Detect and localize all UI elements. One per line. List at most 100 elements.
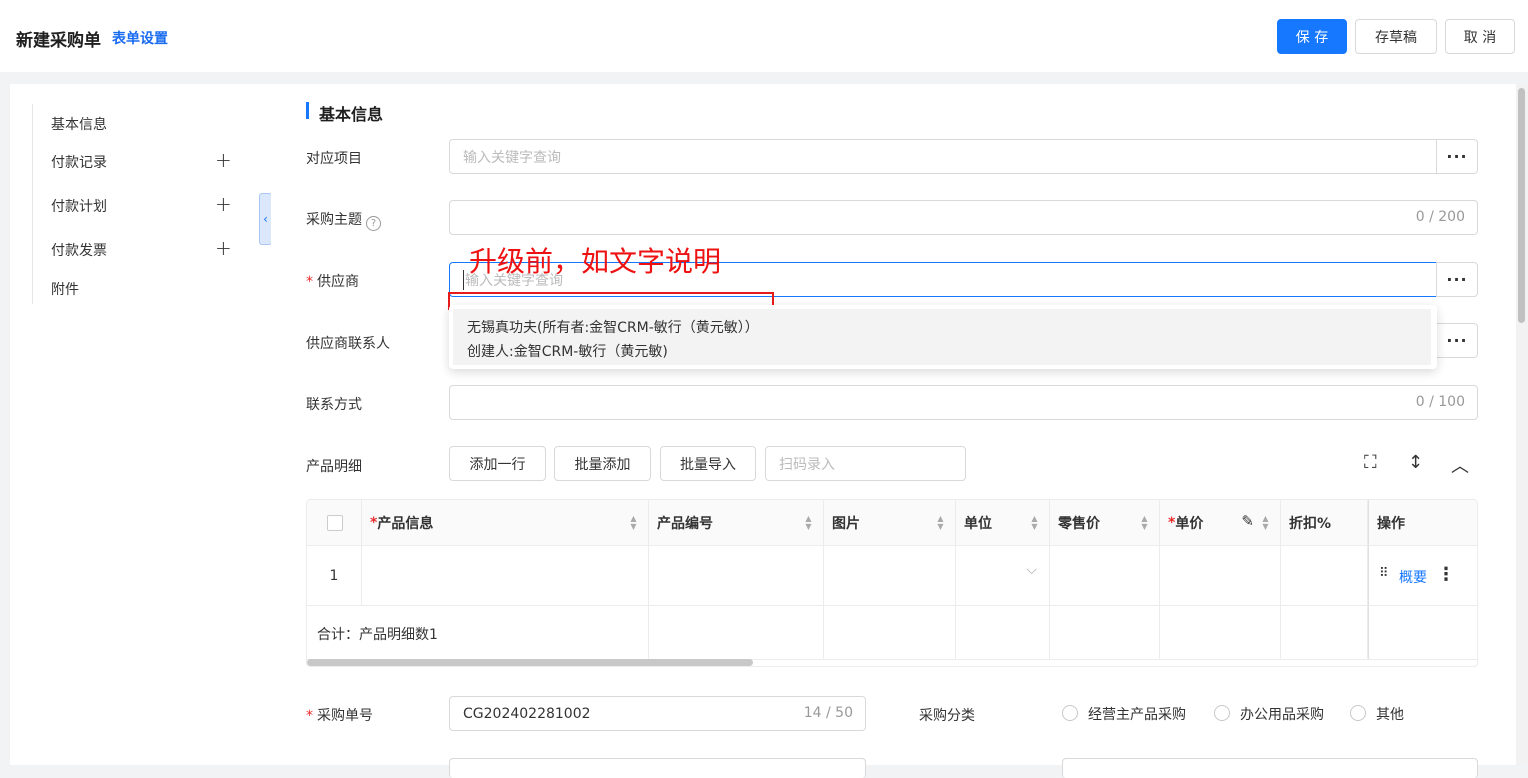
cell-product-code[interactable] bbox=[649, 546, 824, 606]
cell-unit-price[interactable] bbox=[1160, 546, 1281, 606]
nav-item-payment-records[interactable]: 付款记录 bbox=[51, 152, 107, 172]
col-discount[interactable]: 折扣% bbox=[1281, 500, 1368, 546]
project-placeholder: 输入关键字查询 bbox=[463, 149, 561, 166]
cancel-button[interactable]: 取 消 bbox=[1445, 19, 1515, 54]
suggestion-line-2: 创建人:金智CRM-敏行（黄元敏) bbox=[467, 344, 668, 360]
products-label: 产品明细 bbox=[306, 459, 362, 475]
col-actions: 操作 bbox=[1368, 500, 1477, 546]
add-row-button[interactable]: 添加一行 bbox=[449, 446, 546, 481]
scan-input[interactable]: 扫码录入 bbox=[765, 446, 966, 481]
col-product-code[interactable]: 产品编号 ▲▼ bbox=[649, 500, 824, 546]
order-no-label: * 采购单号 bbox=[306, 705, 373, 725]
page-scrollbar[interactable] bbox=[1516, 84, 1528, 765]
sort-icon[interactable]: ▲▼ bbox=[1261, 515, 1270, 531]
order-no-input[interactable]: CG202402281002 14 / 50 bbox=[449, 696, 866, 731]
phone-counter: 0 / 100 bbox=[1415, 394, 1465, 410]
sort-icon[interactable]: ▲▼ bbox=[804, 515, 813, 531]
add-payment-plan-icon[interactable]: + bbox=[215, 194, 232, 214]
save-draft-button[interactable]: 存草稿 bbox=[1355, 19, 1437, 54]
category-label: 采购分类 bbox=[919, 708, 975, 724]
required-mark: * bbox=[370, 514, 378, 531]
resize-icon[interactable]: ↕ bbox=[1408, 452, 1423, 473]
category-option-main-product[interactable]: 经营主产品采购 bbox=[1088, 704, 1186, 724]
subject-counter: 0 / 200 bbox=[1415, 209, 1465, 225]
page-scrollbar-thumb[interactable] bbox=[1518, 88, 1525, 323]
overview-link[interactable]: 概要 bbox=[1399, 567, 1427, 587]
cell-discount[interactable] bbox=[1281, 546, 1368, 606]
supplier-more-button[interactable]: ··· bbox=[1436, 262, 1478, 297]
contact-label: 供应商联系人 bbox=[306, 336, 390, 352]
edit-icon[interactable]: ✎ bbox=[1241, 512, 1254, 530]
phone-input[interactable]: 0 / 100 bbox=[449, 385, 1478, 420]
help-icon[interactable]: ? bbox=[366, 216, 381, 231]
cell-image[interactable] bbox=[824, 546, 956, 606]
page-title: 新建采购单 bbox=[16, 31, 101, 51]
suggestion-line-1: 无锡真功夫(所有者:金智CRM-敏行（黄元敏）） bbox=[467, 320, 759, 336]
sort-icon[interactable]: ▲▼ bbox=[1030, 515, 1039, 531]
category-radio-office-supplies[interactable] bbox=[1214, 705, 1230, 721]
sort-icon[interactable]: ▲▼ bbox=[1140, 515, 1149, 531]
col-unit-price-label: 单价 bbox=[1175, 515, 1204, 532]
supplier-suggestion-dropdown: 无锡真功夫(所有者:金智CRM-敏行（黄元敏）） 创建人:金智CRM-敏行（黄元… bbox=[449, 305, 1437, 369]
col-unit-label: 单位 bbox=[964, 515, 992, 532]
category-radio-main-product[interactable] bbox=[1062, 705, 1078, 721]
cell-product-info[interactable] bbox=[362, 546, 649, 606]
batch-import-button[interactable]: 批量导入 bbox=[660, 446, 756, 481]
category-option-office-supplies[interactable]: 办公用品采购 bbox=[1240, 704, 1324, 724]
supplier-label: * 供应商 bbox=[306, 271, 359, 291]
cell-actions: ⠿ 概要 ⋮ bbox=[1368, 546, 1477, 606]
cell-unit[interactable]: ⌵ bbox=[956, 546, 1050, 606]
col-unit-price[interactable]: * 单价 ✎ ▲▼ bbox=[1160, 500, 1281, 546]
next-row-input-right[interactable] bbox=[1062, 758, 1478, 778]
order-no-label-text: 采购单号 bbox=[317, 708, 373, 724]
sort-icon[interactable]: ▲▼ bbox=[629, 515, 638, 531]
col-product-info[interactable]: * 产品信息 ▲▼ bbox=[362, 500, 649, 546]
col-actions-label: 操作 bbox=[1377, 515, 1405, 532]
summary-cell-empty bbox=[956, 606, 1050, 660]
project-input[interactable]: 输入关键字查询 bbox=[449, 139, 1437, 174]
summary-cell-empty bbox=[649, 606, 824, 660]
batch-add-button[interactable]: 批量添加 bbox=[554, 446, 651, 481]
save-button[interactable]: 保 存 bbox=[1277, 19, 1347, 54]
more-actions-icon[interactable]: ⋮ bbox=[1437, 564, 1455, 585]
category-radio-other[interactable] bbox=[1350, 705, 1366, 721]
collapse-up-icon[interactable]: ︿ bbox=[1451, 452, 1469, 478]
add-payment-record-icon[interactable]: + bbox=[215, 150, 232, 170]
contact-more-button[interactable]: ··· bbox=[1436, 323, 1478, 358]
cell-retail-price[interactable] bbox=[1050, 546, 1160, 606]
subject-input[interactable]: 0 / 200 bbox=[449, 200, 1478, 235]
next-row-input-left[interactable] bbox=[449, 758, 866, 778]
order-no-counter: 14 / 50 bbox=[803, 705, 853, 721]
nav-item-attachments[interactable]: 附件 bbox=[51, 279, 79, 299]
add-payment-invoice-icon[interactable]: + bbox=[215, 238, 232, 258]
col-image-label: 图片 bbox=[832, 515, 860, 532]
col-retail-price[interactable]: 零售价 ▲▼ bbox=[1050, 500, 1160, 546]
fullscreen-icon[interactable]: ⛶ bbox=[1364, 452, 1377, 473]
required-mark: * bbox=[1168, 514, 1176, 531]
section-nav: 基本信息 付款记录 + 付款计划 + 付款发票 + 附件 bbox=[10, 84, 271, 765]
project-more-button[interactable]: ··· bbox=[1436, 139, 1478, 174]
col-image[interactable]: 图片 ▲▼ bbox=[824, 500, 956, 546]
table-horizontal-scrollbar[interactable] bbox=[307, 659, 753, 666]
nav-item-basic-info[interactable]: 基本信息 bbox=[51, 114, 107, 134]
drag-handle-icon[interactable]: ⠿ bbox=[1379, 566, 1389, 581]
col-unit[interactable]: 单位 ▲▼ bbox=[956, 500, 1050, 546]
select-all-checkbox[interactable] bbox=[327, 515, 343, 531]
category-option-other[interactable]: 其他 bbox=[1376, 704, 1404, 724]
supplier-suggestion-option[interactable]: 无锡真功夫(所有者:金智CRM-敏行（黄元敏）） 创建人:金智CRM-敏行（黄元… bbox=[453, 309, 1431, 365]
row-index: 1 bbox=[307, 546, 362, 606]
col-product-info-label: 产品信息 bbox=[377, 515, 434, 532]
nav-item-payment-invoice[interactable]: 付款发票 bbox=[51, 240, 107, 260]
section-title: 基本信息 bbox=[319, 105, 384, 124]
form-settings-link[interactable]: 表单设置 bbox=[112, 28, 168, 48]
chevron-down-icon[interactable]: ⌵ bbox=[1026, 562, 1037, 578]
annotation-text: 升级前，如文字说明 bbox=[469, 245, 722, 278]
col-product-code-label: 产品编号 bbox=[657, 515, 713, 532]
subject-label-text: 采购主题 bbox=[306, 212, 362, 228]
nav-item-payment-plan[interactable]: 付款计划 bbox=[51, 196, 107, 216]
sort-icon[interactable]: ▲▼ bbox=[936, 515, 945, 531]
required-mark: * bbox=[306, 274, 313, 290]
summary-cell: 合计：产品明细数1 bbox=[307, 606, 649, 660]
select-all-header bbox=[307, 500, 362, 546]
header: 新建采购单 表单设置 保 存 存草稿 取 消 bbox=[0, 0, 1528, 72]
